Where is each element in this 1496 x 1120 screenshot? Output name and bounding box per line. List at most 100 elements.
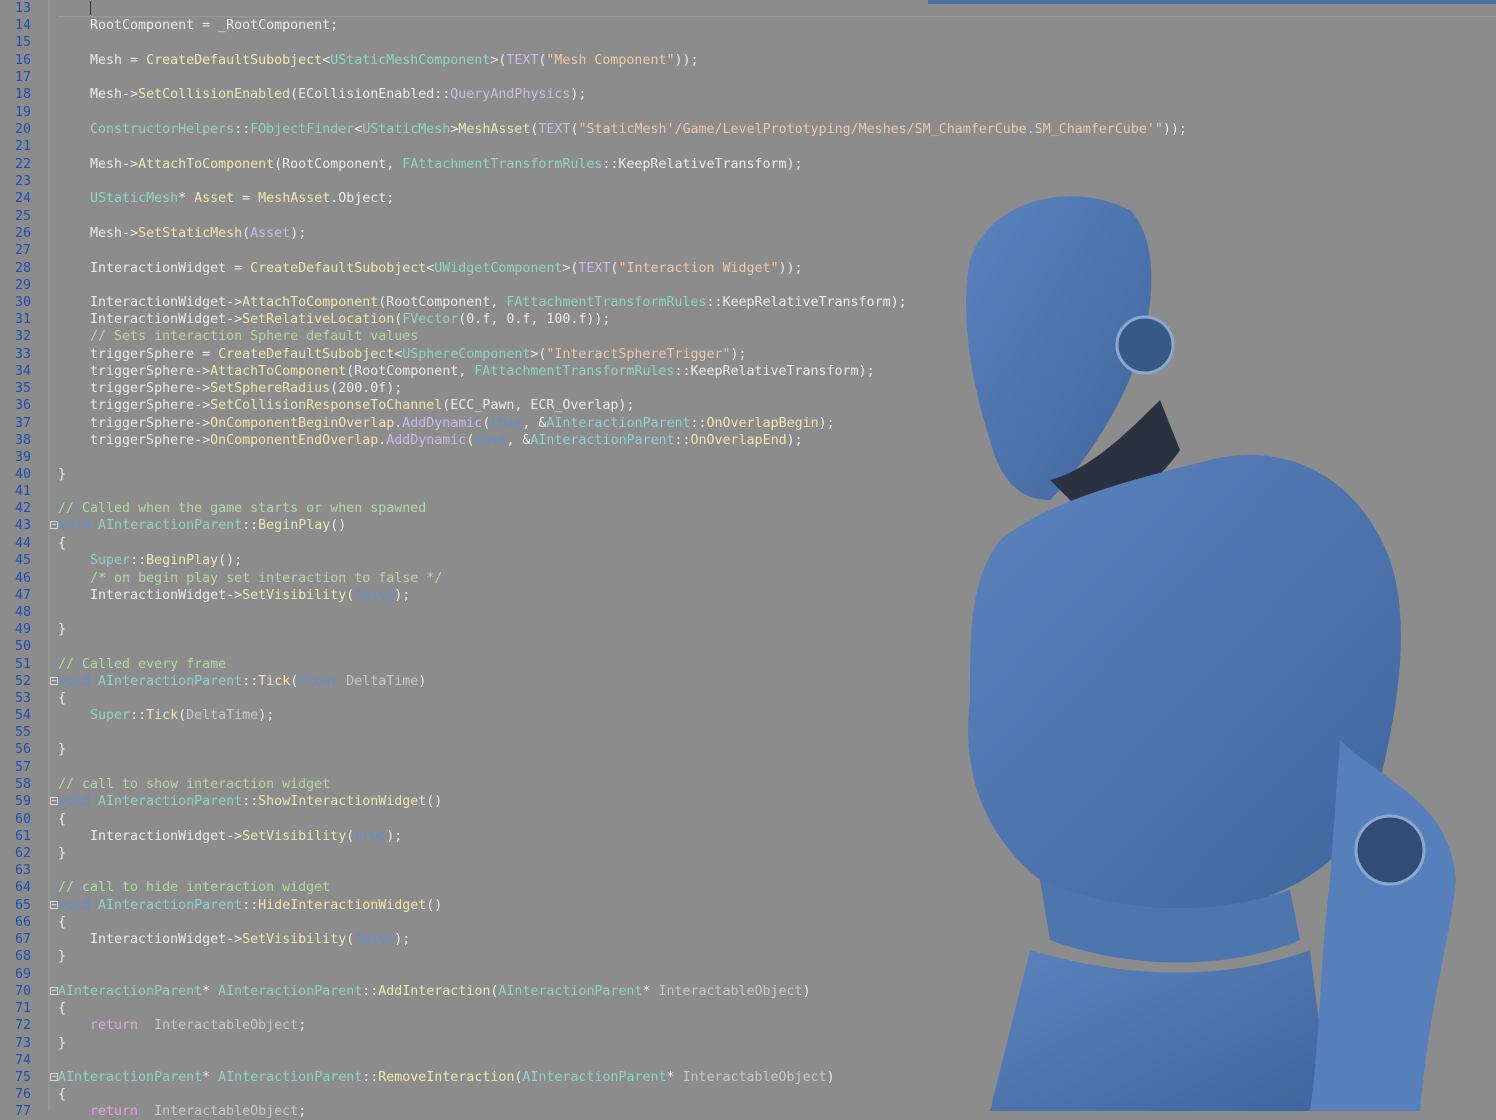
- fold-toggle-icon[interactable]: −: [50, 901, 58, 909]
- code-token: CreateDefaultSubobject: [146, 53, 323, 68]
- code-text[interactable]: UStaticMesh* Asset = MeshAsset.Object;: [58, 190, 394, 207]
- code-line[interactable]: 22 Mesh->AttachToComponent(RootComponent…: [0, 156, 1496, 173]
- code-text[interactable]: void AInteractionParent::HideInteraction…: [58, 897, 442, 914]
- code-text[interactable]: triggerSphere->AttachToComponent(RootCom…: [58, 363, 875, 380]
- code-text[interactable]: return InteractableObject;: [58, 1017, 306, 1034]
- code-token: triggerSphere->: [58, 416, 211, 431]
- fold-toggle-icon[interactable]: −: [50, 521, 58, 529]
- code-text[interactable]: InteractionWidget->SetVisibility(false);: [58, 587, 410, 604]
- code-text[interactable]: }: [58, 1035, 66, 1052]
- code-token: void: [58, 794, 91, 809]
- code-token: ::: [130, 553, 147, 568]
- code-text[interactable]: InteractionWidget = CreateDefaultSubobje…: [58, 260, 803, 277]
- code-text[interactable]: triggerSphere->OnComponentBeginOverlap.A…: [58, 415, 835, 432]
- code-text[interactable]: RootComponent = _RootComponent;: [58, 17, 338, 34]
- code-text[interactable]: return InteractableObject;: [58, 1103, 306, 1120]
- line-number: 27: [14, 243, 31, 258]
- code-text[interactable]: }: [58, 621, 66, 638]
- fold-toggle-icon[interactable]: −: [50, 677, 58, 685]
- code-line[interactable]: 18 Mesh->SetCollisionEnabled(ECollisionE…: [0, 86, 1496, 103]
- code-text[interactable]: void AInteractionParent::BeginPlay(): [58, 517, 346, 534]
- code-line[interactable]: 21: [0, 138, 1496, 155]
- code-text[interactable]: InteractionWidget->AttachToComponent(Roo…: [58, 294, 907, 311]
- line-number: 66: [14, 915, 31, 930]
- code-text[interactable]: triggerSphere->SetSphereRadius(200.0f);: [58, 380, 402, 397]
- code-text[interactable]: // Sets interaction Sphere default value…: [58, 328, 418, 345]
- line-number: 32: [14, 329, 31, 344]
- line-number: 50: [14, 639, 31, 654]
- code-text[interactable]: {: [58, 690, 66, 707]
- code-token: *: [202, 1070, 219, 1085]
- code-line[interactable]: 17: [0, 69, 1496, 86]
- code-text[interactable]: Super::BeginPlay();: [58, 552, 242, 569]
- code-text[interactable]: Mesh->SetCollisionEnabled(ECollisionEnab…: [58, 86, 586, 103]
- code-text[interactable]: Mesh = CreateDefaultSubobject<UStaticMes…: [58, 52, 698, 69]
- code-text[interactable]: AInteractionParent* AInteractionParent::…: [58, 1069, 835, 1086]
- code-token: UStaticMeshComponent: [330, 53, 491, 68]
- code-token: *: [202, 984, 219, 999]
- line-number: 47: [14, 588, 31, 603]
- code-token: InteractionWidget->: [58, 312, 243, 327]
- code-text[interactable]: triggerSphere->SetCollisionResponseToCha…: [58, 397, 634, 414]
- code-line[interactable]: 15: [0, 34, 1496, 51]
- code-text[interactable]: {: [58, 535, 66, 552]
- code-text[interactable]: Mesh->SetStaticMesh(Asset);: [58, 225, 306, 242]
- code-token: AInteractionParent: [530, 433, 675, 448]
- code-token: Tick: [146, 708, 179, 723]
- code-text[interactable]: void AInteractionParent::Tick(float Delt…: [58, 673, 426, 690]
- fold-toggle-icon[interactable]: −: [50, 1073, 58, 1081]
- code-text[interactable]: InteractionWidget->SetVisibility(false);: [58, 931, 410, 948]
- code-text[interactable]: {: [58, 1000, 66, 1017]
- code-line[interactable]: 19: [0, 104, 1496, 121]
- code-token: UStaticMesh: [90, 191, 179, 206]
- code-text[interactable]: triggerSphere = CreateDefaultSubobject<U…: [58, 346, 746, 363]
- code-token: InteractionWidget =: [58, 261, 251, 276]
- code-text[interactable]: triggerSphere->OnComponentEndOverlap.Add…: [58, 432, 803, 449]
- code-text[interactable]: }: [58, 948, 66, 965]
- code-token: >(: [562, 261, 579, 276]
- code-token: }: [58, 742, 67, 757]
- code-text[interactable]: {: [58, 811, 66, 828]
- code-line[interactable]: 14 RootComponent = _RootComponent;: [0, 17, 1496, 34]
- code-text[interactable]: InteractionWidget->SetRelativeLocation(F…: [58, 311, 610, 328]
- code-token: // Called when the game starts or when s…: [58, 501, 427, 516]
- code-token: Tick: [258, 674, 291, 689]
- code-text[interactable]: [58, 0, 92, 17]
- code-token: Mesh =: [58, 53, 147, 68]
- code-token: ConstructorHelpers: [90, 122, 235, 137]
- code-text[interactable]: {: [58, 914, 66, 931]
- code-text[interactable]: ConstructorHelpers::FObjectFinder<UStati…: [58, 121, 1187, 138]
- code-text[interactable]: // call to hide interaction widget: [58, 879, 330, 896]
- code-line[interactable]: 20 ConstructorHelpers::FObjectFinder<USt…: [0, 121, 1496, 138]
- code-token: OnComponentBeginOverlap: [210, 416, 395, 431]
- code-text[interactable]: }: [58, 741, 66, 758]
- fold-toggle-icon[interactable]: −: [50, 987, 58, 995]
- code-token: triggerSphere->: [58, 381, 211, 396]
- code-text[interactable]: }: [58, 466, 66, 483]
- code-line[interactable]: 16 Mesh = CreateDefaultSubobject<UStatic…: [0, 52, 1496, 69]
- code-text[interactable]: // Called when the game starts or when s…: [58, 500, 426, 517]
- code-token: ): [826, 1070, 835, 1085]
- code-text[interactable]: void AInteractionParent::ShowInteraction…: [58, 793, 442, 810]
- code-text[interactable]: InteractionWidget->SetVisibility(true);: [58, 828, 402, 845]
- code-token: {: [58, 915, 67, 930]
- code-text[interactable]: Super::Tick(DeltaTime);: [58, 707, 274, 724]
- line-number: 58: [14, 777, 31, 792]
- fold-toggle-icon[interactable]: −: [50, 797, 58, 805]
- code-text[interactable]: /* on begin play set interaction to fals…: [58, 570, 442, 587]
- code-token: );: [386, 829, 403, 844]
- code-token: Asset: [194, 191, 235, 206]
- code-line[interactable]: 13: [0, 0, 1496, 17]
- code-text[interactable]: // call to show interaction widget: [58, 776, 330, 793]
- line-number: 37: [14, 416, 31, 431]
- line-number: 48: [14, 605, 31, 620]
- code-text[interactable]: Mesh->AttachToComponent(RootComponent, F…: [58, 156, 803, 173]
- code-text[interactable]: // Called every frame: [58, 656, 226, 673]
- code-text[interactable]: AInteractionParent* AInteractionParent::…: [58, 983, 811, 1000]
- code-token: MeshAsset: [458, 122, 531, 137]
- code-text[interactable]: }: [58, 845, 66, 862]
- code-text[interactable]: {: [58, 1086, 66, 1103]
- code-token: FAttachmentTransformRules: [506, 295, 707, 310]
- code-token: );: [394, 932, 411, 947]
